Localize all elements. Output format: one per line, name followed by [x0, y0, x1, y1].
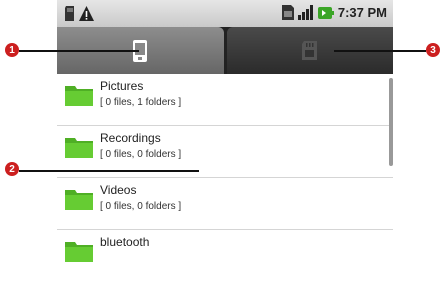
folder-icon	[65, 190, 93, 210]
item-detail: [ 0 files, 0 folders ]	[100, 201, 182, 212]
list-item[interactable]: Pictures [ 0 files, 1 folders ]	[57, 74, 393, 126]
callout-3-line	[334, 50, 426, 52]
item-name: Videos	[100, 183, 137, 197]
folder-icon	[65, 242, 93, 262]
sd-card-icon	[302, 41, 318, 60]
folder-list: Pictures [ 0 files, 1 folders ] Recordin…	[57, 74, 393, 262]
item-detail: [ 0 files, 1 folders ]	[100, 97, 182, 108]
item-name: Pictures	[100, 79, 144, 93]
status-bar: 7:37 PM	[57, 0, 393, 27]
status-time: 7:37 PM	[337, 5, 387, 20]
callout-2-circle: 2	[5, 162, 19, 176]
item-name: bluetooth	[100, 235, 150, 249]
list-item[interactable]: Videos [ 0 files, 0 folders ]	[57, 178, 393, 230]
callout-2-line	[19, 170, 199, 172]
scrollbar[interactable]	[389, 78, 393, 166]
callout-1-circle: 1	[5, 43, 19, 57]
signal-icon	[297, 5, 313, 20]
item-detail: [ 0 files, 0 folders ]	[100, 149, 182, 160]
sim-icon	[281, 5, 294, 20]
sd-card-icon	[65, 6, 74, 21]
callout-3-circle: 3	[426, 43, 440, 57]
item-name: Recordings	[100, 131, 161, 145]
warning-icon	[79, 6, 94, 21]
battery-icon	[317, 6, 334, 19]
folder-icon	[65, 86, 93, 106]
callout-1-line	[19, 50, 139, 52]
folder-icon	[65, 138, 93, 158]
